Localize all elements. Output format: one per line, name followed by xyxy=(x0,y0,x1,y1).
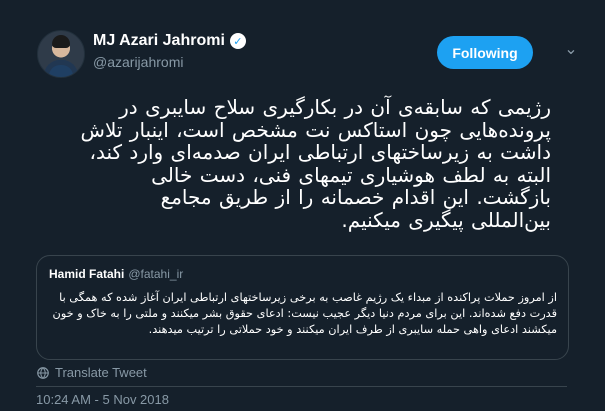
translate-link[interactable]: Translate Tweet xyxy=(36,365,147,380)
tweet-header: MJ Azari Jahromi ✓ @azarijahromi Followi… xyxy=(37,22,597,78)
quoted-tweet[interactable]: Hamid Fatahi @fatahi_ir از امروز حملات پ… xyxy=(36,255,569,360)
quoted-author-name[interactable]: Hamid Fatahi xyxy=(49,267,124,281)
verified-icon: ✓ xyxy=(229,33,246,49)
quoted-tweet-body: از امروز حملات پراکنده از مبداء یک رژیم … xyxy=(52,291,557,336)
author-name-row: MJ Azari Jahromi ✓ xyxy=(93,31,246,51)
following-button[interactable]: Following xyxy=(437,36,533,69)
avatar[interactable] xyxy=(37,30,85,78)
tweet-card: MJ Azari Jahromi ✓ @azarijahromi Followi… xyxy=(0,0,605,411)
divider xyxy=(36,386,567,387)
quoted-tweet-header: Hamid Fatahi @fatahi_ir xyxy=(49,267,183,281)
author-name[interactable]: MJ Azari Jahromi xyxy=(93,32,225,50)
tweet-timestamp[interactable]: 10:24 AM - 5 Nov 2018 xyxy=(36,392,169,407)
chevron-down-icon[interactable]: ⌄ xyxy=(562,40,580,58)
translate-label[interactable]: Translate Tweet xyxy=(55,365,147,380)
quoted-author-handle[interactable]: @fatahi_ir xyxy=(128,267,183,281)
tweet-body: رژیمی که سابقه‌ی آن در بکارگیری سلاح سای… xyxy=(80,95,551,232)
author-handle[interactable]: @azarijahromi xyxy=(93,54,246,70)
author-info: MJ Azari Jahromi ✓ @azarijahromi xyxy=(93,31,246,70)
globe-icon xyxy=(37,366,49,379)
